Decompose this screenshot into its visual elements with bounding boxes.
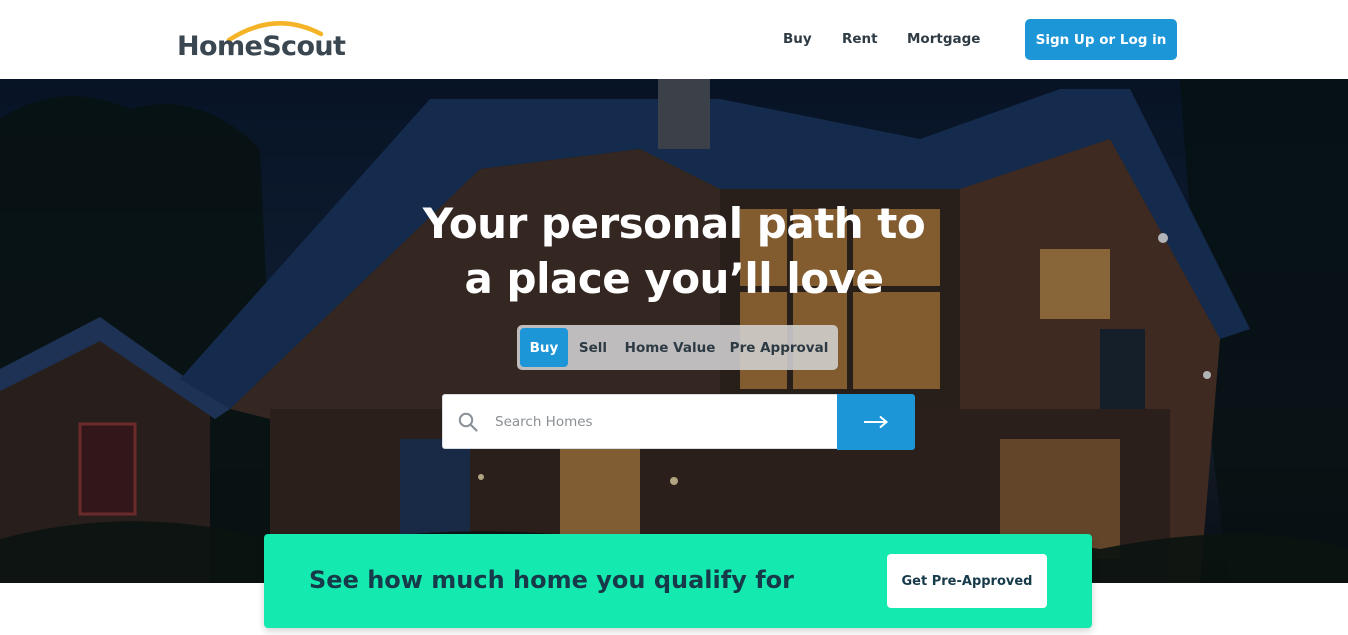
logo-wordmark: HomeScout [177, 31, 346, 62]
preapproval-banner: See how much home you qualify for Get Pr… [264, 534, 1092, 628]
hero-section: Your personal path to a place you’ll lov… [0, 79, 1348, 583]
hero-title-line2: a place you’ll love [464, 254, 884, 303]
site-header: HomeScout Buy Rent Mortgage Sign Up or L… [0, 0, 1348, 79]
promo-heading: See how much home you qualify for [309, 566, 794, 594]
nav-buy-link[interactable]: Buy [783, 31, 812, 47]
tab-buy[interactable]: Buy [520, 328, 568, 367]
search-icon [458, 412, 478, 432]
search-homes-input[interactable] [495, 409, 825, 435]
hero-title-line1: Your personal path to [422, 199, 926, 248]
signup-login-button[interactable]: Sign Up or Log in [1025, 19, 1177, 60]
get-preapproved-button[interactable]: Get Pre-Approved [887, 554, 1047, 608]
tab-home-value[interactable]: Home Value [624, 328, 716, 367]
search-bar [442, 394, 915, 450]
nav-mortgage-link[interactable]: Mortgage [907, 31, 980, 47]
tab-pre-approval[interactable]: Pre Approval [729, 328, 829, 367]
homescout-logo[interactable]: HomeScout [177, 16, 363, 66]
search-mode-tabs: Buy Sell Home Value Pre Approval [517, 325, 838, 370]
arrow-right-icon [864, 415, 889, 429]
hero-title: Your personal path to a place you’ll lov… [0, 196, 1348, 306]
tab-sell[interactable]: Sell [573, 328, 613, 367]
search-submit-button[interactable] [837, 394, 915, 450]
nav-rent-link[interactable]: Rent [842, 31, 878, 47]
